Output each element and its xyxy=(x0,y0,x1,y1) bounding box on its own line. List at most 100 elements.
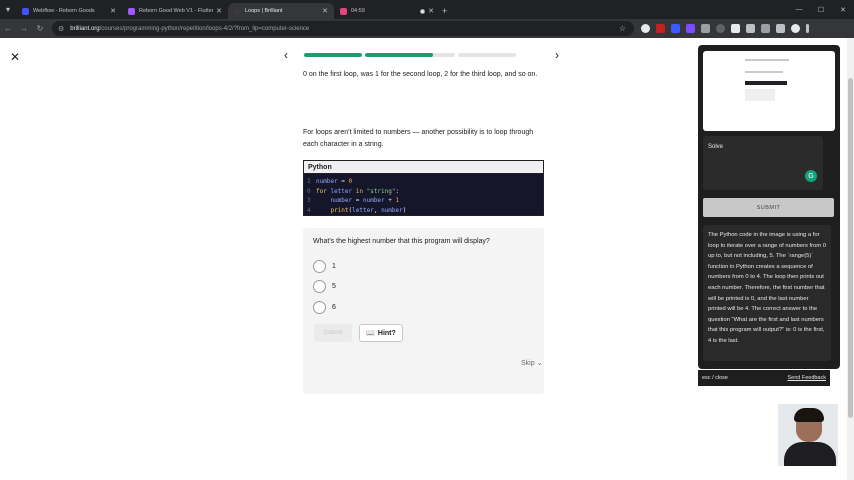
back-icon[interactable]: ← xyxy=(0,21,16,37)
browser-toolbar: ← → ↻ ⚙ brilliant.org/courses/programmin… xyxy=(0,19,854,38)
webcam-overlay xyxy=(776,402,840,468)
hint-button[interactable]: 📖 Hint? xyxy=(359,324,403,342)
radio-button[interactable] xyxy=(313,301,326,314)
bookmark-star-icon[interactable]: ☆ xyxy=(619,24,626,33)
progress-segment xyxy=(365,53,455,57)
extension-purple-icon[interactable] xyxy=(686,24,695,33)
grammarly-icon[interactable]: G xyxy=(805,170,817,182)
browser-tab[interactable]: 04:59 ✕ xyxy=(334,3,440,19)
answer-option[interactable]: 6 xyxy=(313,301,336,314)
progress-segment xyxy=(458,53,516,57)
option-label: 6 xyxy=(332,304,336,311)
line-number: 4 xyxy=(307,206,311,214)
reload-icon[interactable]: ↻ xyxy=(32,21,48,37)
extension-grey-icon[interactable] xyxy=(716,24,725,33)
submit-button[interactable]: Submit xyxy=(314,324,352,342)
download-icon[interactable] xyxy=(746,24,755,33)
tab-favicon-icon xyxy=(22,7,29,15)
extension-white-icon[interactable] xyxy=(731,24,740,33)
tab-favicon-icon xyxy=(234,7,241,15)
tab-label: Webflow - Reborn Goods xyxy=(33,8,95,14)
tab-label: 04:59 xyxy=(351,8,365,14)
next-step-icon[interactable]: › xyxy=(555,48,559,62)
extension-puzzle-icon[interactable] xyxy=(701,24,710,33)
line-number: 1 xyxy=(307,178,311,185)
window-controls: — ☐ ✕ xyxy=(788,0,854,19)
new-tab-button[interactable]: + xyxy=(442,6,447,16)
tab-label: Loops | Brilliant xyxy=(245,8,283,14)
progress-segment xyxy=(304,53,362,57)
tab-label: Reborn Good Web V1 - Flutter... xyxy=(139,8,214,14)
person-hair xyxy=(794,408,824,422)
question-text: What's the highest number that this prog… xyxy=(313,238,490,245)
sidebar-icon[interactable] xyxy=(776,24,785,33)
tab-search-icon[interactable]: ▾ xyxy=(0,0,16,19)
close-tab-icon[interactable]: ✕ xyxy=(216,7,222,15)
url-host: brilliant.org xyxy=(70,25,100,32)
assistant-submit-button[interactable]: SUBMIT xyxy=(703,198,834,217)
code-line: 3 number = number + 1 xyxy=(307,197,400,204)
browser-tab[interactable]: Reborn Good Web V1 - Flutter... ✕ xyxy=(122,3,228,19)
hint-label: Hint? xyxy=(377,329,396,337)
previous-step-icon[interactable]: ‹ xyxy=(284,48,288,62)
scrollbar-thumb[interactable] xyxy=(848,78,853,418)
code-line: 0 for letter in "string": xyxy=(307,187,400,195)
browser-tab[interactable]: Loops | Brilliant ✕ xyxy=(228,3,334,19)
browser-tab-bar: ▾ Webflow - Reborn Goods ✕ Reborn Good Web… xyxy=(0,0,854,19)
assistant-footer: esc / close Send Feedback xyxy=(698,370,830,386)
person-shirt xyxy=(784,442,836,466)
close-tab-icon[interactable]: ✕ xyxy=(110,7,116,15)
chevron-down-icon: ⌄ xyxy=(536,360,543,367)
book-icon: 📖 xyxy=(366,330,375,337)
screenshot-thumbnail xyxy=(703,51,835,131)
close-tab-icon[interactable]: ✕ xyxy=(428,7,434,15)
code-line: 1 number = 0 xyxy=(307,178,353,185)
option-label: 5 xyxy=(332,283,336,290)
maximize-icon[interactable]: ☐ xyxy=(810,0,832,19)
close-tab-icon[interactable]: ✕ xyxy=(322,7,328,15)
question-card: What's the highest number that this prog… xyxy=(303,228,544,394)
tab-favicon-icon xyxy=(340,7,347,15)
close-lesson-icon[interactable]: ✕ xyxy=(10,50,20,64)
solve-input[interactable]: Solve G xyxy=(703,136,823,190)
minimize-icon[interactable]: — xyxy=(788,0,810,19)
code-line: 4 print(letter, number) xyxy=(307,206,407,214)
url-path: /courses/programming-python/repetition/l… xyxy=(99,25,310,32)
code-body: 1 number = 0 0 for letter in "string": 3 num… xyxy=(304,174,543,215)
forward-icon[interactable]: → xyxy=(16,21,32,37)
lesson-progress-bar xyxy=(304,53,544,57)
radio-button[interactable] xyxy=(313,260,326,273)
extensions-icon[interactable] xyxy=(761,24,770,33)
browser-tab[interactable]: Webflow - Reborn Goods ✕ xyxy=(16,3,122,19)
answer-option[interactable]: 5 xyxy=(313,280,336,293)
code-block: Python 1 number = 0 0 for letter in "string… xyxy=(303,160,544,216)
solve-label: Solve xyxy=(708,144,724,150)
line-number: 3 xyxy=(307,197,311,204)
close-window-icon[interactable]: ✕ xyxy=(832,0,854,19)
lesson-paragraph-top: 0 on the first loop, was 1 for the secon… xyxy=(303,71,538,78)
extension-blue-icon[interactable] xyxy=(671,24,680,33)
profile-avatar-icon[interactable] xyxy=(791,24,800,33)
assistant-answer: The Python code in the image is using a … xyxy=(703,225,831,361)
send-feedback-link[interactable]: Send Feedback xyxy=(787,375,826,381)
code-language-label: Python xyxy=(304,161,543,174)
address-bar[interactable]: ⚙ brilliant.org/courses/programming-pyth… xyxy=(52,21,634,36)
assistant-panel: Solve G SUBMIT The Python code in the im… xyxy=(698,45,840,369)
skip-label: Skip xyxy=(521,360,535,367)
recording-icon xyxy=(420,8,426,14)
lesson-paragraph: For loops aren't limited to numbers — an… xyxy=(303,129,534,148)
radio-button[interactable] xyxy=(313,280,326,293)
menu-dots-icon[interactable] xyxy=(806,24,809,33)
profile-extension-icon[interactable] xyxy=(641,24,650,33)
url-text: brilliant.org/courses/programming-python… xyxy=(70,26,309,32)
site-info-icon[interactable]: ⚙ xyxy=(58,25,64,33)
option-label: 1 xyxy=(332,263,336,270)
extensions-area xyxy=(641,21,809,36)
page-scrollbar[interactable] xyxy=(847,38,854,480)
extension-red-icon[interactable] xyxy=(656,24,665,33)
answer-option[interactable]: 1 xyxy=(313,260,336,273)
skip-link[interactable]: Skip ⌄ xyxy=(521,359,542,367)
tab-favicon-icon xyxy=(128,7,135,15)
esc-close-hint[interactable]: esc / close xyxy=(702,375,728,381)
line-number: 0 xyxy=(307,187,311,195)
